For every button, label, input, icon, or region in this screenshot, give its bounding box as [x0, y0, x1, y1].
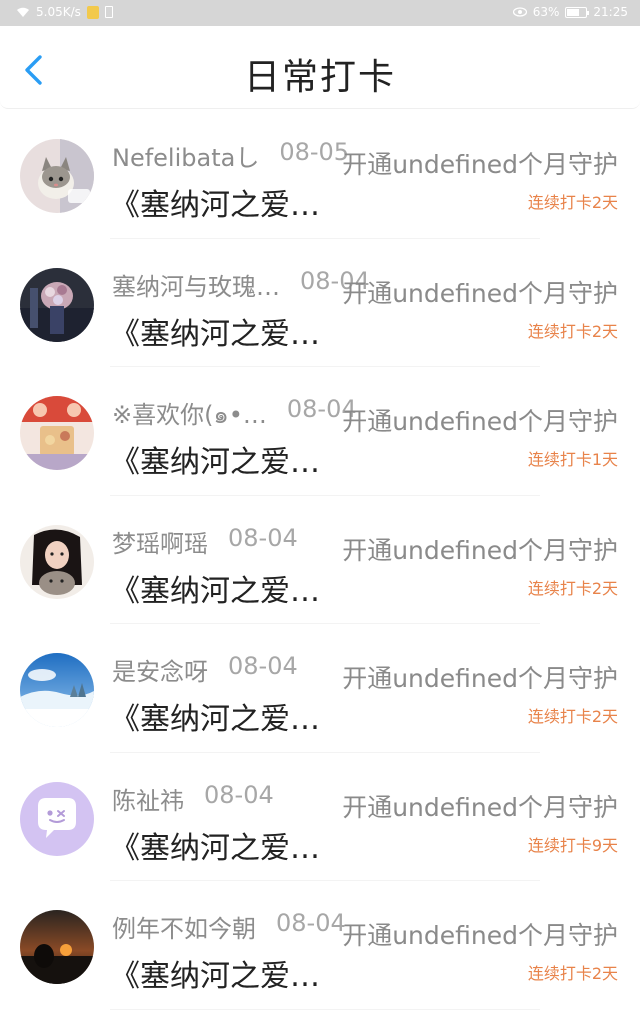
- guard-text: 开通undefined个月守护: [342, 535, 618, 565]
- checkin-list: Nefelibataし 08-05 《塞纳河之爱… 开通undefined个月守护 连续…: [0, 110, 640, 1010]
- battery-icon: [565, 6, 590, 18]
- song-title: 《塞纳河之爱…: [110, 445, 320, 480]
- checkin-row[interactable]: 是安念呀 08-04 《塞纳河之爱… 开通undefined个月守护连续打卡2天: [0, 624, 640, 753]
- status-bar: 5.05K/s 63% 21:25: [0, 0, 640, 26]
- battery-fill: [567, 8, 579, 16]
- page-header: 日常打卡: [0, 26, 640, 109]
- user-line: 例年不如今朝 08-04: [112, 909, 346, 944]
- avatar[interactable]: [20, 267, 94, 342]
- guard-text: 开通undefined个月守护: [342, 278, 618, 308]
- checkin-row[interactable]: ※喜欢你(๑•… 08-04 《塞纳河之爱… 开通undefined个月守护连续打卡1…: [0, 367, 640, 496]
- app-badge-icon: [86, 5, 99, 19]
- status-right: 63% 21:25: [512, 5, 628, 19]
- streak-badge: 连续打卡2天: [527, 321, 618, 341]
- streak-badge: 连续打卡2天: [527, 964, 618, 983]
- checkin-row[interactable]: Nefelibataし 08-05 《塞纳河之爱… 开通undefined个月守护连续…: [0, 110, 640, 239]
- streak-badge: 连续打卡1天: [527, 450, 618, 469]
- song-title: 《塞纳河之爱…: [110, 959, 320, 994]
- sim-icon: [104, 6, 113, 18]
- checkin-row[interactable]: 例年不如今朝 08-04 《塞纳河之爱… 开通undefined个月守护连续打卡2天: [0, 881, 640, 1010]
- song-title: 《塞纳河之爱…: [110, 188, 320, 223]
- user-line: 梦瑶啊瑶 08-04: [112, 524, 298, 559]
- page-title: 日常打卡: [243, 57, 396, 98]
- user-line: ※喜欢你(๑•… 08-04: [112, 395, 357, 434]
- user-line: 是安念呀 08-04: [112, 652, 298, 687]
- streak-badge: 连续打卡2天: [527, 193, 618, 212]
- streak-badge: 连续打卡9天: [527, 835, 618, 855]
- clock: 21:25: [593, 5, 628, 19]
- eye-icon: [512, 7, 527, 17]
- user-name[interactable]: 塞纳河与玫瑰…: [112, 267, 280, 302]
- song-title: 《塞纳河之爱…: [110, 316, 320, 352]
- song-title: 《塞纳河之爱…: [110, 830, 320, 866]
- wifi-icon: [17, 7, 29, 17]
- user-line: Nefelibataし 08-05: [112, 138, 349, 173]
- network-speed: 5.05K/s: [36, 5, 81, 19]
- checkin-row[interactable]: 陈祉祎 08-04 《塞纳河之爱… 开通undefined个月守护连续打卡9天: [0, 753, 640, 882]
- avatar[interactable]: [20, 524, 94, 599]
- avatar[interactable]: [20, 910, 94, 984]
- checkin-date: 08-04: [276, 909, 346, 937]
- checkin-row[interactable]: 梦瑶啊瑶 08-04 《塞纳河之爱… 开通undefined个月守护连续打卡2天: [0, 496, 640, 625]
- user-name[interactable]: 是安念呀: [112, 652, 208, 687]
- user-name[interactable]: 梦瑶啊瑶: [112, 524, 208, 559]
- song-title: 《塞纳河之爱…: [110, 573, 320, 609]
- streak-badge: 连续打卡2天: [527, 707, 618, 726]
- avatar[interactable]: [20, 653, 94, 727]
- guard-text: 开通undefined个月守护: [342, 921, 618, 950]
- avatar[interactable]: [20, 139, 94, 213]
- user-line: 陈祉祎 08-04: [112, 781, 274, 816]
- user-name[interactable]: ※喜欢你(๑•…: [112, 395, 267, 434]
- user-name[interactable]: 例年不如今朝: [112, 909, 256, 944]
- guard-text: 开通undefined个月守护: [342, 792, 618, 822]
- checkin-date: 08-04: [204, 780, 274, 809]
- status-left: 5.05K/s: [16, 5, 113, 19]
- checkin-date: 08-04: [228, 523, 298, 552]
- guard-text: 开通undefined个月守护: [342, 664, 618, 693]
- battery-percent: 63%: [532, 5, 560, 19]
- streak-badge: 连续打卡2天: [527, 578, 618, 598]
- guard-text: 开通undefined个月守护: [342, 150, 618, 179]
- avatar[interactable]: [20, 781, 94, 856]
- checkin-date: 08-05: [279, 138, 350, 166]
- user-name[interactable]: 陈祉祎: [112, 781, 184, 816]
- checkin-date: 08-04: [228, 652, 298, 680]
- guard-text: 开通undefined个月守护: [342, 407, 618, 436]
- user-line: 塞纳河与玫瑰… 08-04: [112, 267, 370, 302]
- checkin-row[interactable]: 塞纳河与玫瑰… 08-04 《塞纳河之爱… 开通undefined个月守护连续打卡2天: [0, 239, 640, 368]
- song-title: 《塞纳河之爱…: [110, 702, 320, 737]
- avatar[interactable]: [20, 396, 94, 470]
- user-name[interactable]: Nefelibataし: [112, 138, 259, 173]
